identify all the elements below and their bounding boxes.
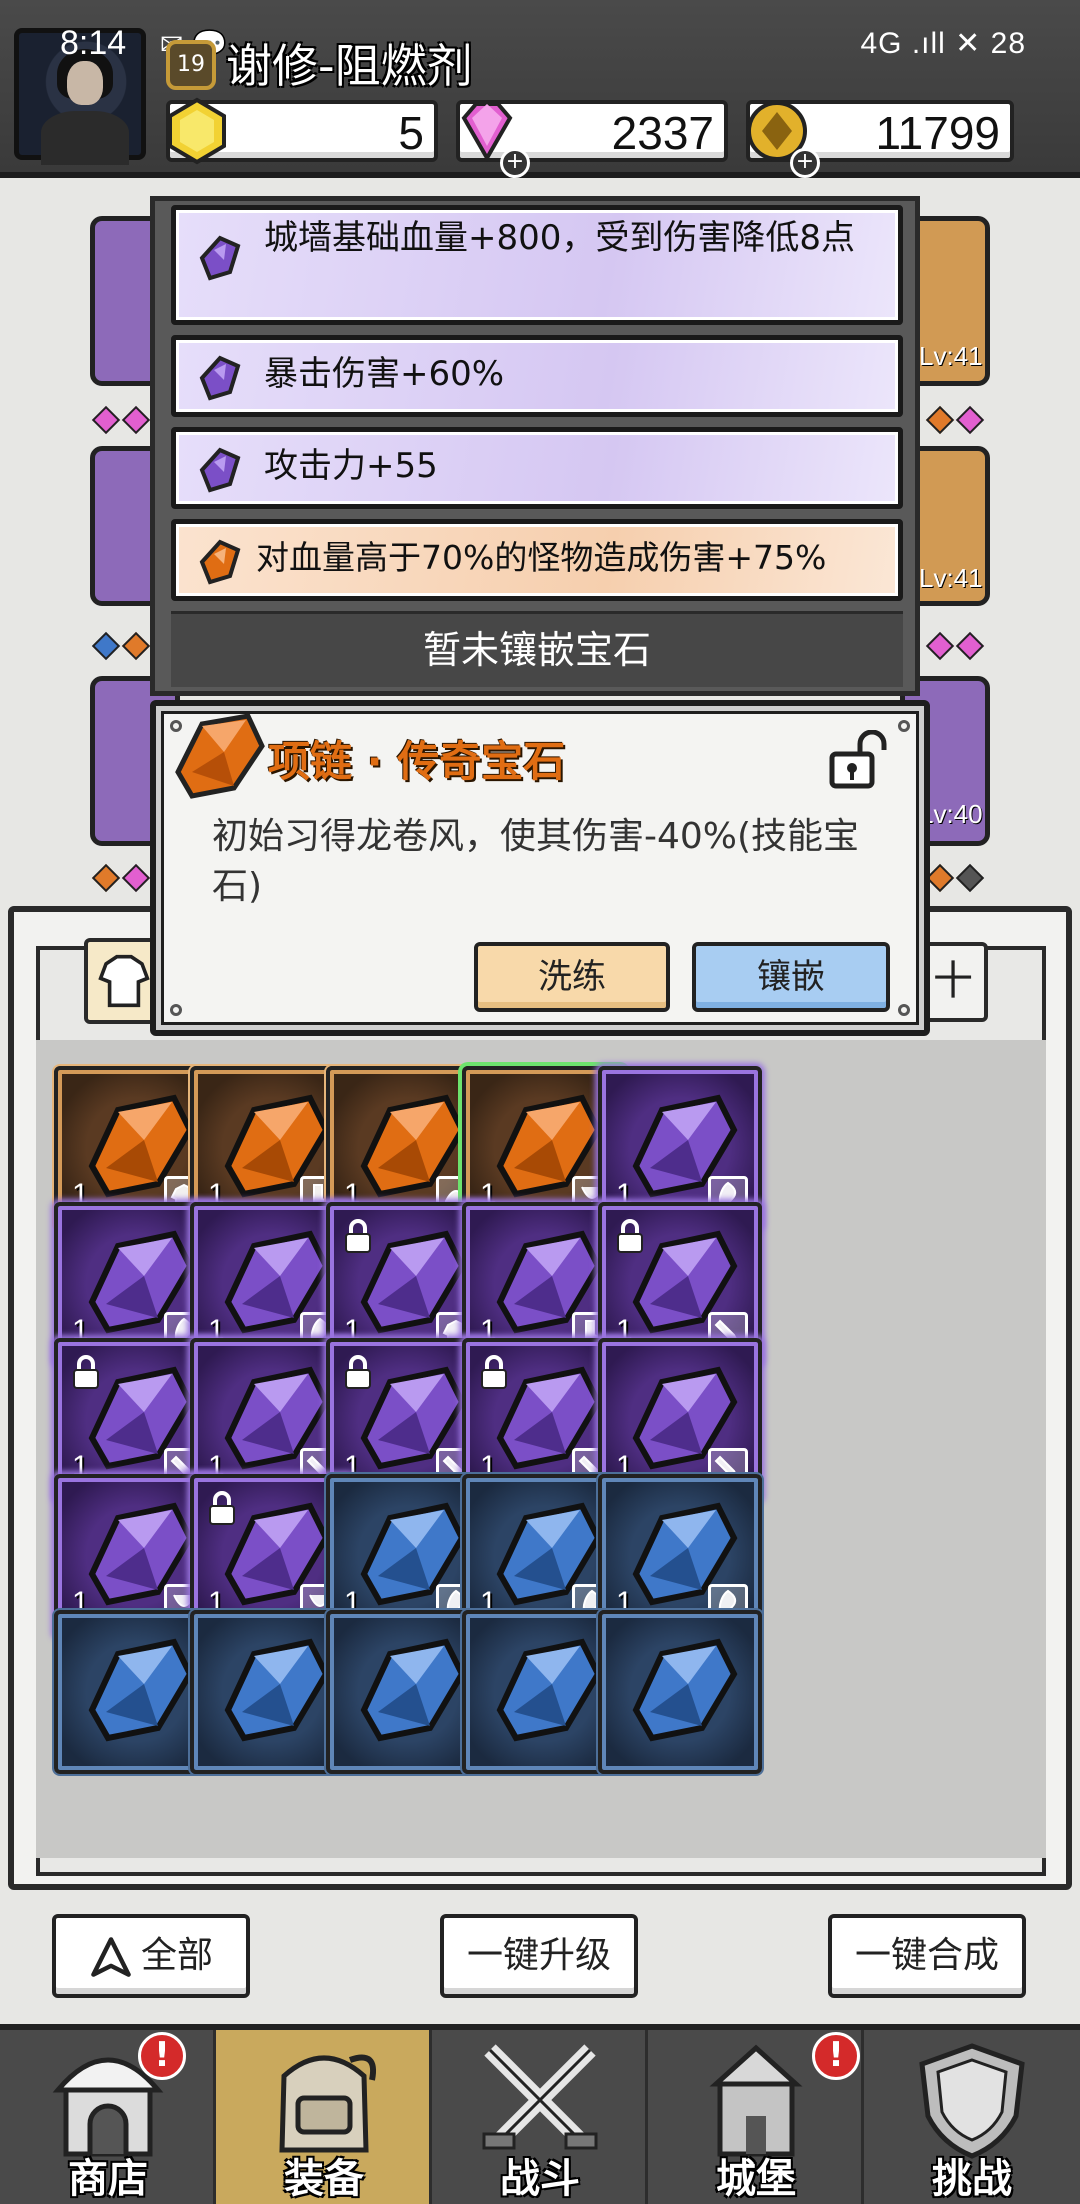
gem-inventory-grid: 11111111111111111111	[36, 1040, 1046, 1858]
top-bar: 8:14 ✉ 💬 4G .ıll ✕ 28 19 谢修-阻燃剂 5 + 2337…	[0, 0, 1080, 178]
refine-button[interactable]: 洗练	[474, 942, 670, 1012]
attribute-text: 城墙基础血量+800，受到伤害降低8点	[264, 218, 856, 258]
attribute-row: 城墙基础血量+800，受到伤害降低8点	[171, 205, 903, 325]
one-click-upgrade-button[interactable]: 一键升级	[440, 1914, 638, 1998]
nav-label: 战斗	[500, 2156, 580, 2202]
crossed-swords-icon	[482, 2044, 598, 2150]
blue-gem-icon	[496, 1638, 602, 1742]
yellow-gem-count: 5	[398, 107, 424, 159]
bottom-navigation: ! 商店 装备 战斗 ! 城堡 挑战	[0, 2024, 1080, 2204]
attribute-text: 暴击伤害+60%	[264, 354, 505, 394]
equipment-attribute-popup: 城墙基础血量+800，受到伤害降低8点 暴击伤害+60% 攻击力+55 对血量高…	[150, 196, 920, 696]
nav-equipment[interactable]: 装备	[216, 2030, 432, 2204]
socket-dot	[121, 405, 151, 435]
one-click-merge-button[interactable]: 一键合成	[828, 1914, 1026, 1998]
lock-icon	[345, 1219, 371, 1253]
nav-label: 商店	[68, 2156, 148, 2202]
unlock-icon[interactable]	[826, 730, 890, 790]
player-level-badge: 19	[166, 40, 216, 90]
shop-alert-badge: !	[138, 2032, 186, 2080]
blue-gem-icon	[224, 1638, 330, 1742]
add-diamond-icon[interactable]: +	[500, 148, 530, 178]
nav-shop[interactable]: ! 商店	[0, 2030, 216, 2204]
add-gold-icon[interactable]: +	[790, 148, 820, 178]
castle-alert-badge: !	[812, 2032, 860, 2080]
hero-level: Lv:41	[919, 341, 983, 371]
corner-rivet	[898, 720, 910, 732]
attribute-row: 攻击力+55	[171, 427, 903, 509]
blue-gem-icon	[360, 1638, 466, 1742]
socket-dot	[121, 631, 151, 661]
socket-dot	[91, 631, 121, 661]
filter-all-button[interactable]: 全部	[52, 1914, 250, 1998]
socket-dot	[955, 631, 985, 661]
shield-icon	[919, 2043, 1025, 2159]
diamond-count: 2337	[611, 107, 714, 159]
currency-yellow-gem[interactable]: 5	[166, 97, 438, 165]
corner-rivet	[898, 1004, 910, 1016]
gold-count: 11799	[875, 107, 1000, 159]
yellow-gem-icon	[168, 97, 226, 165]
legendary-gem-icon	[175, 713, 265, 799]
orange-gem-icon	[199, 539, 241, 585]
socket-dot	[121, 863, 151, 893]
lock-icon	[73, 1355, 99, 1389]
currency-gold[interactable]: + 11799	[746, 100, 1014, 178]
filter-all-label: 全部	[140, 1935, 213, 1976]
gem-description: 初始习得龙卷风，使其伤害-40%(技能宝石)	[212, 816, 860, 907]
socket-dot	[925, 631, 955, 661]
nav-label: 城堡	[716, 2156, 796, 2202]
socket-dot	[955, 863, 985, 893]
attribute-row: 对血量高于70%的怪物造成伤害+75%	[171, 519, 903, 601]
attribute-text: 对血量高于70%的怪物造成伤害+75%	[256, 538, 827, 577]
purple-gem-icon	[199, 447, 241, 493]
hero-level: Lv:41	[919, 563, 983, 593]
socket-dot	[925, 863, 955, 893]
lock-icon	[345, 1355, 371, 1389]
socket-dot	[955, 405, 985, 435]
currency-diamond[interactable]: + 2337	[456, 100, 728, 178]
lock-icon	[617, 1219, 643, 1253]
nav-challenge[interactable]: 挑战	[864, 2030, 1080, 2204]
corner-rivet	[170, 1004, 182, 1016]
player-name: 谢修-阻燃剂	[226, 39, 473, 93]
castle-icon	[709, 2044, 803, 2157]
inlay-button[interactable]: 镶嵌	[692, 942, 890, 1012]
avatar-coat	[41, 111, 129, 165]
backpack-icon	[279, 2054, 376, 2153]
nav-label: 挑战	[932, 2156, 1012, 2202]
blue-gem-icon	[632, 1638, 738, 1742]
nav-castle[interactable]: ! 城堡	[648, 2030, 864, 2204]
attribute-text: 攻击力+55	[264, 446, 438, 486]
nav-label: 装备	[284, 2156, 364, 2202]
network-battery-indicator: 4G .ıll ✕ 28	[860, 27, 1026, 60]
attribute-row: 暴击伤害+60%	[171, 335, 903, 417]
socket-dot	[91, 405, 121, 435]
socket-dot	[925, 405, 955, 435]
lock-icon	[481, 1355, 507, 1389]
socket-dot	[91, 863, 121, 893]
nav-battle[interactable]: 战斗	[432, 2030, 648, 2204]
purple-gem-icon	[199, 235, 241, 281]
purple-gem-icon	[199, 355, 241, 401]
status-bar: 8:14 ✉ 💬 4G .ıll ✕ 28	[0, 22, 1080, 72]
blue-gem-icon	[88, 1638, 194, 1742]
gem-detail-popup: 项链 · 传奇宝石 初始习得龙卷风，使其伤害-40%(技能宝石) 洗练 镶嵌	[150, 700, 930, 1036]
lock-icon	[209, 1491, 235, 1525]
arrow-up-icon	[91, 1937, 131, 1977]
status-time: 8:14	[60, 24, 127, 62]
gem-title: 项链 · 传奇宝石	[268, 737, 566, 786]
gem-slot-blue[interactable]	[598, 1610, 762, 1774]
no-gem-socketed-label: 暂未镶嵌宝石	[171, 611, 903, 687]
